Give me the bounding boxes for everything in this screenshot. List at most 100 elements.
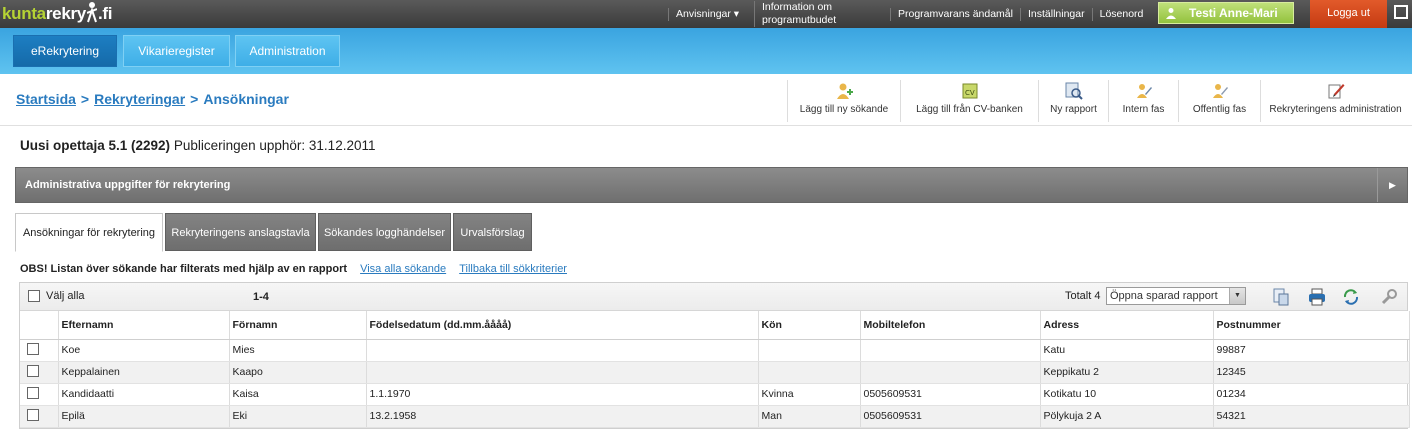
public-phase-label: Offentlig fas	[1192, 104, 1247, 115]
report-search-icon	[1065, 82, 1083, 100]
cell-birthdate	[366, 339, 759, 362]
cell-postcode: 99887	[1213, 339, 1410, 362]
refresh-icon[interactable]	[1342, 288, 1360, 306]
total-count: Totalt 4	[1065, 290, 1101, 302]
cell-mobile	[860, 339, 1041, 362]
add-applicant-label: Lägg till ny sökande	[799, 104, 889, 115]
user-name: Testi Anne-Mari	[1189, 6, 1278, 20]
row-checkbox[interactable]	[27, 408, 39, 421]
edit-phase-icon	[1136, 84, 1152, 98]
applicants-table-wrapper: Välj alla 1-4 Totalt 4 Öppna sparad rapp…	[19, 282, 1410, 429]
internal-phase-label: Intern fas	[1122, 104, 1165, 115]
breadcrumb-rekryteringar[interactable]: Rekryteringar	[94, 91, 185, 107]
breadcrumb-current: Ansökningar	[203, 91, 289, 107]
table-toolbar: Välj alla 1-4 Totalt 4 Öppna sparad rapp…	[20, 283, 1407, 311]
user-badge[interactable]: Testi Anne-Mari	[1158, 2, 1294, 24]
select-all[interactable]: Välj alla	[28, 290, 85, 302]
tab-bulletin-board[interactable]: Rekryteringens anslagstavla	[165, 213, 316, 251]
tab-erekrytering[interactable]: eRekrytering	[13, 35, 117, 67]
tab-administration[interactable]: Administration	[235, 35, 340, 67]
svg-text:CV: CV	[965, 89, 975, 97]
row-checkbox[interactable]	[27, 364, 39, 377]
cell-gender	[758, 361, 861, 384]
row-checkbox[interactable]	[27, 342, 39, 355]
new-report-button[interactable]: Ny rapport	[1038, 80, 1108, 122]
row-checkbox[interactable]	[27, 386, 39, 399]
column-header[interactable]: Adress	[1040, 311, 1214, 340]
public-phase-button[interactable]: Offentlig fas	[1178, 80, 1260, 122]
column-header[interactable]: Kön	[758, 311, 861, 340]
tab-selection-proposal[interactable]: Urvalsförslag	[453, 213, 532, 251]
column-header[interactable]: Efternamn	[58, 311, 230, 340]
filter-notice: OBS! Listan över sökande har filterats m…	[20, 263, 567, 275]
add-applicant-button[interactable]: Lägg till ny sökande	[787, 80, 900, 122]
installningar-link[interactable]: Inställningar	[1019, 7, 1092, 21]
breadcrumb-startsida[interactable]: Startsida	[16, 91, 76, 107]
cell-gender: Kvinna	[758, 383, 861, 406]
tab-vikarieregister[interactable]: Vikarieregister	[123, 35, 230, 67]
column-header[interactable]: Födelsedatum (dd.mm.åååå)	[366, 311, 759, 340]
cell-postcode: 01234	[1213, 383, 1410, 406]
logo-part-fi: .fi	[97, 4, 113, 23]
recruitment-admin-button[interactable]: Rekryteringens administration	[1260, 80, 1410, 122]
logo-part-rekry: rekry	[45, 4, 86, 23]
row-checkbox-cell	[20, 405, 59, 428]
export-icon[interactable]	[1272, 288, 1290, 306]
admin-tasks-panel[interactable]: Administrativa uppgifter för rekrytering…	[15, 167, 1408, 203]
cell-lastname[interactable]: Epilä	[58, 405, 230, 428]
internal-phase-button[interactable]: Intern fas	[1108, 80, 1178, 122]
cell-lastname[interactable]: Keppalainen	[58, 361, 230, 384]
cell-mobile	[860, 361, 1041, 384]
column-header[interactable]: Postnummer	[1213, 311, 1410, 340]
result-range: 1-4	[253, 291, 269, 303]
row-checkbox-cell	[20, 383, 59, 406]
cell-firstname: Kaisa	[229, 383, 367, 406]
show-all-applicants-link[interactable]: Visa alla sökande	[360, 263, 446, 275]
losenord-link[interactable]: Lösenord	[1091, 7, 1151, 21]
pencil-admin-icon	[1328, 84, 1344, 99]
maximize-icon[interactable]	[1394, 5, 1408, 19]
saved-report-value: Öppna sparad rapport	[1110, 290, 1218, 302]
filter-notice-text: OBS! Listan över sökande har filterats m…	[20, 263, 348, 275]
top-bar: kuntarekry .fi Anvisningar ▾ Information …	[0, 0, 1412, 28]
applicants-table: Efternamn Förnamn Födelsedatum (dd.mm.åå…	[20, 311, 1410, 428]
row-checkbox-cell	[20, 361, 59, 384]
tab-applicant-log[interactable]: Sökandes logghändelser	[318, 213, 451, 251]
column-header[interactable]: Mobiltelefon	[860, 311, 1041, 340]
print-icon[interactable]	[1308, 288, 1326, 306]
table-row[interactable]: Koe Mies Katu 99887	[20, 339, 1410, 362]
cell-address: Katu	[1040, 339, 1214, 362]
logout-button[interactable]: Logga ut	[1310, 0, 1387, 28]
checkbox-column-header	[20, 311, 59, 340]
back-to-search-criteria-link[interactable]: Tillbaka till sökkriterier	[459, 263, 567, 275]
cell-mobile: 0505609531	[860, 405, 1041, 428]
publication-end: Publiceringen upphör: 31.12.2011	[173, 138, 376, 153]
cell-firstname: Eki	[229, 405, 367, 428]
recruitment-name: Uusi opettaja 5.1 (2292)	[20, 138, 171, 153]
select-all-label: Välj alla	[46, 290, 85, 302]
kuntarekry-logo[interactable]: kuntarekry .fi	[2, 0, 112, 28]
table-row[interactable]: Epilä Eki 13.2.1958 Man 0505609531 Pölyk…	[20, 405, 1410, 428]
chevron-down-icon[interactable]: ▼	[1229, 288, 1245, 304]
cell-birthdate: 1.1.1970	[366, 383, 759, 406]
column-header[interactable]: Förnamn	[229, 311, 367, 340]
tab-applications[interactable]: Ansökningar för rekrytering	[15, 213, 163, 252]
cell-lastname[interactable]: Koe	[58, 339, 230, 362]
cell-address: Pölykuja 2 A	[1040, 405, 1214, 428]
cv-icon: CV	[962, 83, 977, 99]
expand-arrow-icon[interactable]: ▶	[1377, 168, 1407, 202]
cell-lastname[interactable]: Kandidaatti	[58, 383, 230, 406]
table-row[interactable]: Kandidaatti Kaisa 1.1.1970 Kvinna 050560…	[20, 383, 1410, 406]
add-from-cv-bank-button[interactable]: CV Lägg till från CV-banken	[900, 80, 1038, 122]
programvarans-andamal-link[interactable]: Programvarans ändamål	[890, 7, 1020, 21]
saved-report-select[interactable]: Öppna sparad rapport ▼	[1106, 287, 1246, 305]
wrench-icon[interactable]	[1380, 288, 1398, 306]
select-all-checkbox[interactable]	[28, 290, 40, 302]
cell-birthdate: 13.2.1958	[366, 405, 759, 428]
anvisningar-menu[interactable]: Anvisningar ▾	[668, 7, 746, 21]
logo-person-icon	[86, 2, 97, 23]
cell-gender	[758, 339, 861, 362]
logo-part-kunta: kunta	[2, 4, 46, 23]
information-link[interactable]: Information om programutbudet	[754, 1, 880, 27]
table-row[interactable]: Keppalainen Kaapo Keppikatu 2 12345	[20, 361, 1410, 384]
